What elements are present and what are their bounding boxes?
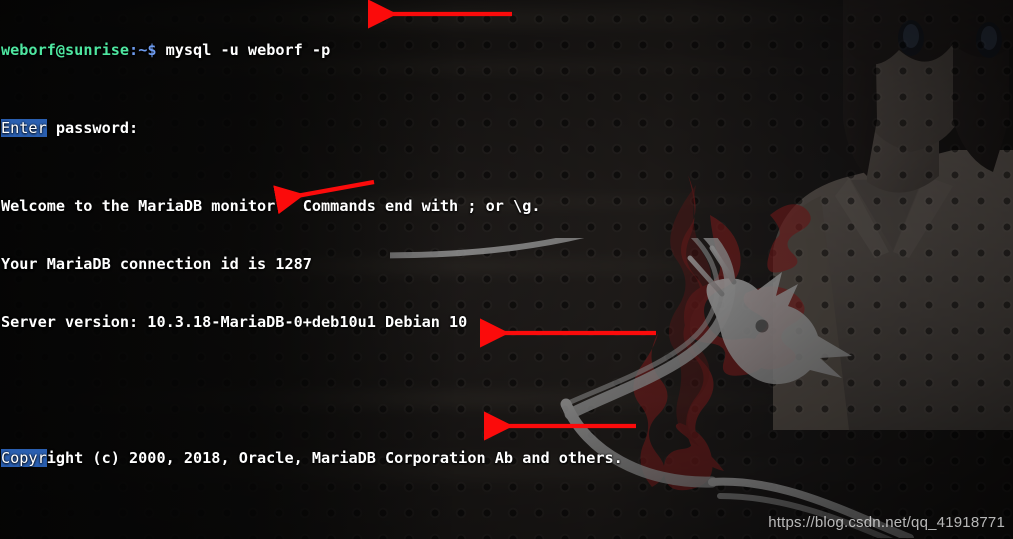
selected-text: Copyr <box>1 449 47 468</box>
line-text: ight (c) 2000, 2018, Oracle, MariaDB Cor… <box>46 449 623 468</box>
prompt-at-sign: @ <box>55 40 66 59</box>
watermark-text: https://blog.csdn.net/qq_41918771 <box>768 514 1005 531</box>
terminal-output[interactable]: weborf@sunrise:~$ mysql -u weborf -p Ent… <box>0 0 1013 539</box>
line-text: password: <box>46 118 139 137</box>
terminal-window: weborf@sunrise:~$ mysql -u weborf -p Ent… <box>0 0 1013 539</box>
terminal-line: Your MariaDB connection id is 1287 <box>1 255 1013 274</box>
terminal-line: Welcome to the MariaDB monitor. Commands… <box>1 197 1013 216</box>
terminal-line: Enter password: <box>1 118 1013 138</box>
shell-command: mysql -u weborf -p <box>156 40 331 59</box>
prompt-hostname: sunrise <box>65 40 130 59</box>
line-text: Your MariaDB connection id is 1287 <box>1 254 312 273</box>
terminal-line: Copyright (c) 2000, 2018, Oracle, MariaD… <box>1 449 1013 468</box>
line-text: Server version: 10.3.18-MariaDB-0+deb10u… <box>1 313 468 332</box>
terminal-line: Server version: 10.3.18-MariaDB-0+deb10u… <box>1 313 1013 332</box>
terminal-line: weborf@sunrise:~$ mysql -u weborf -p <box>1 41 1013 60</box>
prompt-path: :~$ <box>129 40 157 59</box>
prompt-username: weborf <box>1 40 56 59</box>
selected-text: Enter <box>1 118 47 137</box>
line-text: Welcome to the MariaDB monitor. Commands… <box>1 196 541 215</box>
